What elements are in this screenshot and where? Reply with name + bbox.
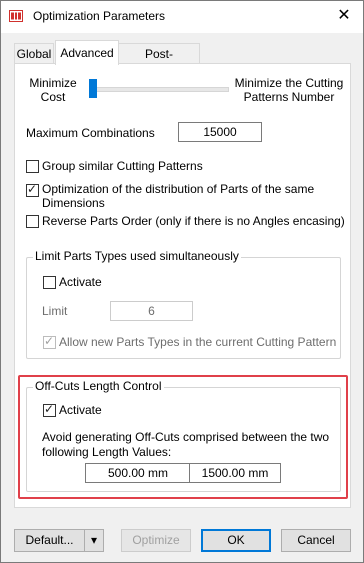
reverse-order-checkbox[interactable] — [26, 215, 39, 228]
limit-activate-checkbox[interactable] — [43, 276, 56, 289]
tab-advanced[interactable]: Advanced — [55, 40, 119, 65]
allow-new-types-label: Allow new Parts Types in the current Cut… — [59, 335, 337, 349]
slider-track[interactable] — [91, 87, 229, 92]
limit-activate-label: Activate — [59, 275, 102, 289]
limit-label: Limit — [42, 304, 68, 318]
limit-input[interactable]: 6 — [110, 301, 193, 321]
max-combinations-label: Maximum Combinations — [26, 126, 155, 140]
cancel-button[interactable]: Cancel — [281, 529, 351, 552]
group-similar-label: Group similar Cutting Patterns — [42, 159, 203, 173]
slider-left-label: Minimize Cost — [29, 76, 77, 104]
highlight-frame — [18, 375, 348, 499]
default-button[interactable]: Default... — [14, 529, 85, 552]
default-dropdown-icon[interactable]: ▾ — [84, 529, 104, 552]
optimize-distribution-checkbox[interactable] — [26, 182, 39, 197]
allow-new-types-checkbox[interactable] — [43, 334, 56, 349]
app-icon — [9, 10, 23, 22]
max-combinations-input[interactable]: 15000 — [178, 122, 262, 142]
reverse-order-label: Reverse Parts Order (only if there is no… — [42, 214, 345, 228]
tab-post-processor[interactable]: Post-Processor — [118, 43, 200, 81]
slider-thumb[interactable] — [89, 79, 97, 98]
tab-global[interactable]: Global — [14, 43, 54, 64]
title-bar[interactable]: Optimization Parameters ✕ — [1, 1, 363, 33]
limit-types-title: Limit Parts Types used simultaneously — [33, 249, 241, 263]
window-title: Optimization Parameters — [33, 9, 166, 23]
slider-right-label: Minimize the Cutting Patterns Number — [234, 76, 344, 104]
close-icon[interactable]: ✕ — [331, 5, 357, 27]
optimize-button[interactable]: Optimize — [121, 529, 191, 552]
group-similar-checkbox[interactable] — [26, 160, 39, 173]
optimize-distribution-label: Optimization of the distribution of Part… — [42, 182, 315, 210]
optimization-parameters-dialog: Optimization Parameters ✕ Global Advance… — [0, 0, 364, 563]
ok-button[interactable]: OK — [201, 529, 271, 552]
